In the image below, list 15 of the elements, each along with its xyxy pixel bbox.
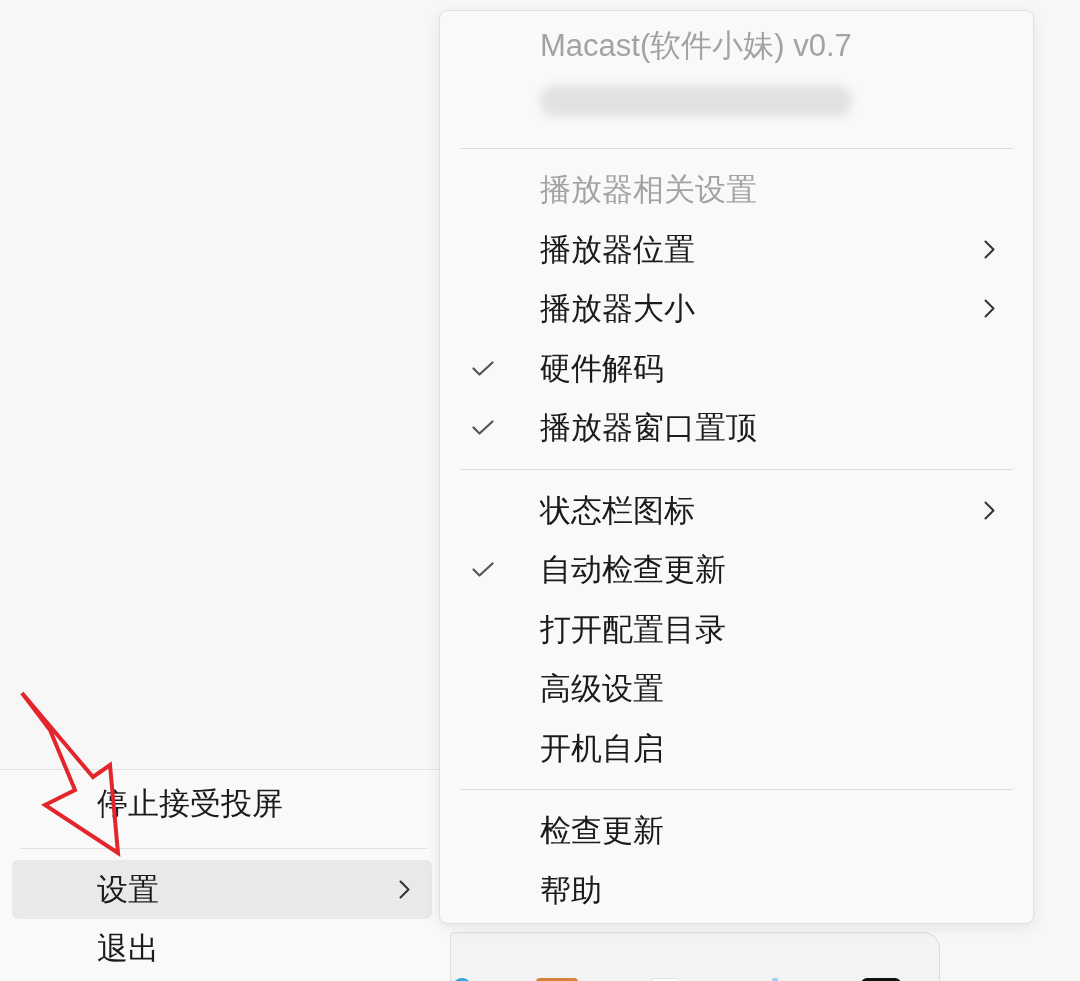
- menu-item[interactable]: 自动检查更新: [440, 540, 1033, 600]
- menu-item[interactable]: 检查更新: [440, 801, 1033, 861]
- menu-item[interactable]: 播放器窗口置顶: [440, 398, 1033, 458]
- menu-item[interactable]: 播放器大小: [440, 279, 1033, 339]
- section-header: 播放器相关设置: [540, 174, 757, 206]
- menu-item[interactable]: 开机自启: [440, 718, 1033, 778]
- menu-title: Macast(软件小妹) v0.7: [540, 29, 852, 61]
- menu-item[interactable]: 退出: [12, 919, 432, 979]
- menu-item[interactable]: 打开配置目录: [440, 599, 1033, 659]
- menu-item[interactable]: 帮助: [440, 860, 1033, 920]
- menu-item[interactable]: 状态栏图标: [440, 480, 1033, 540]
- menu-item[interactable]: 硬件解码: [440, 338, 1033, 398]
- menu-item[interactable]: 播放器位置: [440, 219, 1033, 279]
- menu-item[interactable]: 设置: [12, 859, 432, 919]
- menu-item[interactable]: 高级设置: [440, 659, 1033, 719]
